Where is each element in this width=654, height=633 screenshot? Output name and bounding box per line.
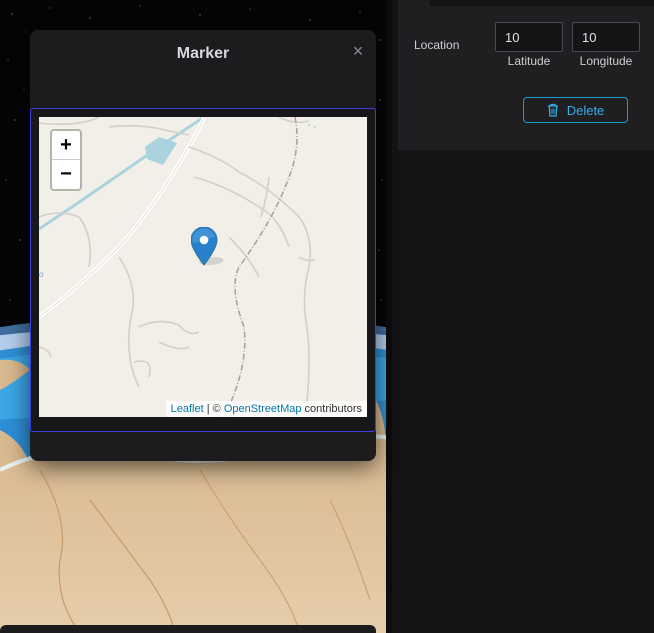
bottom-panel-edge xyxy=(0,625,376,633)
attribution-separator: | © xyxy=(203,403,224,415)
modal-title: Marker xyxy=(176,45,230,62)
map-container: o + − Leaflet | © OpenStreetMap contribu… xyxy=(30,108,376,432)
zoom-control: + − xyxy=(50,129,82,191)
delete-button[interactable]: Delete xyxy=(523,97,628,123)
latitude-input[interactable] xyxy=(495,22,563,52)
zoom-in-button[interactable]: + xyxy=(52,131,80,160)
longitude-caption: Longitude xyxy=(579,54,633,68)
properties-panel: Location Latitude Longitude Delete xyxy=(386,0,654,633)
latitude-caption: Latitude xyxy=(507,54,551,68)
close-icon[interactable]: × xyxy=(348,41,368,61)
map-attribution: Leaflet | © OpenStreetMap contributors xyxy=(165,401,367,417)
marker-modal: Marker × o + − Leaflet | © OpenStreetMap… xyxy=(30,30,376,461)
map-pin-icon[interactable] xyxy=(190,226,231,274)
marker-properties-card: Location Latitude Longitude Delete xyxy=(398,0,654,150)
openstreetmap-link[interactable]: OpenStreetMap xyxy=(224,403,302,415)
zoom-out-button[interactable]: − xyxy=(52,160,80,189)
card-header-strip xyxy=(430,0,654,6)
location-label: Location xyxy=(414,38,460,52)
leaflet-map[interactable]: o + − Leaflet | © OpenStreetMap contribu… xyxy=(39,117,367,417)
svg-text:o: o xyxy=(39,270,44,279)
longitude-input[interactable] xyxy=(572,22,640,52)
leaflet-link[interactable]: Leaflet xyxy=(171,403,204,415)
trash-icon xyxy=(547,103,559,117)
delete-label: Delete xyxy=(566,102,605,118)
attribution-suffix: contributors xyxy=(301,403,362,415)
